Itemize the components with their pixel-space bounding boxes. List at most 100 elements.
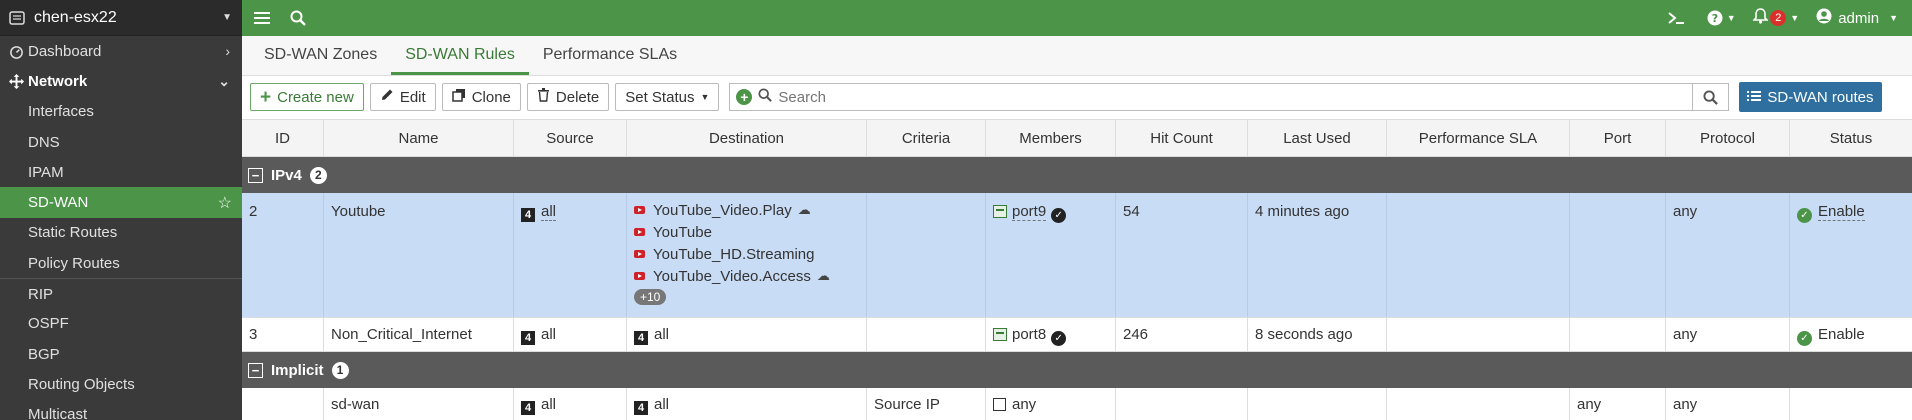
column-header-performance-sla[interactable]: Performance SLA (1387, 120, 1570, 156)
enabled-check-icon: ✓ (1797, 331, 1812, 346)
column-header-members[interactable]: Members (986, 120, 1116, 156)
group-header-implicit[interactable]: − Implicit 1 (242, 352, 1912, 388)
source-value[interactable]: all (541, 203, 557, 221)
clone-button[interactable]: Clone (441, 83, 521, 111)
sidebar-item-ospf[interactable]: OSPF (0, 309, 242, 339)
rule-status: ✓ Enable (1790, 193, 1912, 317)
search-submit-button[interactable] (1692, 83, 1728, 111)
pencil-icon (380, 88, 394, 106)
table-row[interactable]: 3 Non_Critical_Internet 4 all 4 all port8 ✓… (242, 318, 1912, 352)
edit-button[interactable]: Edit (369, 83, 436, 111)
add-filter-icon[interactable]: + (736, 89, 753, 105)
check-circle-icon: ✓ (1051, 331, 1067, 346)
search-input[interactable] (778, 88, 1687, 106)
chevron-down-icon: ▼ (1790, 13, 1800, 23)
rule-destination: YouTube_Video.Play ☁ YouTube YouTube_HD.S… (627, 193, 867, 317)
sidebar-item-dashboard[interactable]: Dashboard › (0, 36, 242, 66)
table-row[interactable]: sd-wan 4 all 4 all Source IP any any any (242, 388, 1912, 420)
group-count-badge: 2 (309, 166, 327, 184)
tab-sd-wan-zones[interactable]: SD-WAN Zones (250, 35, 391, 75)
search-icon[interactable] (280, 0, 316, 36)
rule-name: sd-wan (324, 388, 514, 420)
group-header-ipv4[interactable]: − IPv4 2 (242, 157, 1912, 193)
list-icon (1747, 89, 1762, 106)
set-status-dropdown[interactable]: Set Status ▼ (615, 83, 720, 111)
address-icon: 4 (521, 401, 535, 415)
column-header-last-used[interactable]: Last Used (1248, 120, 1387, 156)
menu-icon[interactable] (244, 0, 280, 36)
sidebar: chen-esx22 ▼ Dashboard › Network ⌄ Inter… (0, 0, 242, 420)
rule-protocol: any (1666, 388, 1790, 420)
rule-destination: 4 all (627, 318, 867, 351)
destination-value[interactable]: all (654, 396, 669, 413)
destination-label: YouTube_Video.Access (653, 267, 811, 285)
column-header-hit-count[interactable]: Hit Count (1116, 120, 1248, 156)
create-new-label: Create new (277, 88, 354, 106)
sidebar-item-multicast[interactable]: Multicast (0, 400, 242, 420)
group-count-badge: 1 (331, 361, 349, 379)
create-new-button[interactable]: + Create new (250, 83, 364, 111)
sidebar-item-label: BGP (28, 345, 60, 363)
tab-bar: SD-WAN Zones SD-WAN Rules Performance SL… (242, 36, 1912, 76)
destination-value[interactable]: all (654, 326, 669, 343)
destination-item[interactable]: YouTube_Video.Access ☁ (634, 265, 859, 287)
sidebar-item-policy-routes[interactable]: Policy Routes (0, 248, 242, 278)
rule-members: any (986, 388, 1116, 420)
device-selector[interactable]: chen-esx22 ▼ (0, 0, 242, 36)
column-header-status[interactable]: Status (1790, 120, 1912, 156)
sd-wan-routes-button[interactable]: SD-WAN routes (1739, 82, 1882, 112)
column-header-source[interactable]: Source (514, 120, 627, 156)
status-value[interactable]: Enable (1818, 326, 1865, 343)
tab-sd-wan-rules[interactable]: SD-WAN Rules (391, 35, 529, 75)
youtube-app-icon (634, 250, 645, 258)
member-value[interactable]: port9 (1012, 203, 1047, 221)
sidebar-item-routing-objects[interactable]: Routing Objects (0, 369, 242, 399)
clone-icon (451, 88, 466, 106)
rule-id (242, 388, 324, 420)
status-value[interactable]: Enable (1818, 203, 1865, 221)
star-icon[interactable]: ☆ (218, 193, 232, 213)
address-icon: 4 (521, 208, 535, 222)
sidebar-item-static-routes[interactable]: Static Routes (0, 218, 242, 248)
column-header-name[interactable]: Name (324, 120, 514, 156)
destination-item[interactable]: YouTube (634, 221, 859, 243)
member-value[interactable]: port8 (1012, 326, 1046, 343)
help-icon[interactable]: ? ▼ (1696, 0, 1746, 36)
source-value[interactable]: all (541, 326, 556, 343)
delete-button[interactable]: Delete (526, 83, 610, 111)
column-header-port[interactable]: Port (1570, 120, 1666, 156)
sidebar-item-ipam[interactable]: IPAM (0, 157, 242, 187)
port-icon (993, 205, 1007, 218)
rule-protocol: any (1666, 318, 1790, 351)
column-header-protocol[interactable]: Protocol (1666, 120, 1790, 156)
sidebar-item-interfaces[interactable]: Interfaces (0, 97, 242, 127)
rule-name: Non_Critical_Internet (324, 318, 514, 351)
user-avatar-icon (1816, 8, 1832, 28)
sidebar-item-label: RIP (28, 285, 54, 303)
cli-console-icon[interactable] (1656, 0, 1696, 36)
rule-name: Youtube (324, 193, 514, 317)
column-header-criteria[interactable]: Criteria (867, 120, 986, 156)
sidebar-item-bgp[interactable]: BGP (0, 339, 242, 369)
user-menu[interactable]: admin ▼ (1806, 0, 1912, 36)
sidebar-item-rip[interactable]: RIP (0, 278, 242, 308)
collapse-icon[interactable]: − (248, 362, 263, 378)
column-header-destination[interactable]: Destination (627, 120, 867, 156)
dashboard-icon (6, 44, 26, 59)
notifications-button[interactable]: 2 ▼ (1746, 0, 1806, 36)
rule-hit-count (1116, 388, 1248, 420)
table-row[interactable]: 2 Youtube 4 all YouTube_Video.Play ☁ YouTu… (242, 193, 1912, 318)
sidebar-item-dns[interactable]: DNS (0, 127, 242, 157)
destination-item[interactable]: YouTube_Video.Play ☁ (634, 199, 859, 221)
rule-destination: 4 all (627, 388, 867, 420)
source-value[interactable]: all (541, 396, 556, 413)
column-header-id[interactable]: ID (242, 120, 324, 156)
rule-port (1570, 318, 1666, 351)
sidebar-item-sd-wan[interactable]: SD-WAN ☆ (0, 187, 242, 218)
more-destinations-badge[interactable]: +10 (634, 289, 667, 305)
group-name: IPv4 (271, 166, 302, 184)
collapse-icon[interactable]: − (248, 167, 263, 183)
tab-performance-slas[interactable]: Performance SLAs (529, 35, 691, 75)
destination-item[interactable]: YouTube_HD.Streaming (634, 243, 859, 265)
sidebar-item-network[interactable]: Network ⌄ (0, 66, 242, 96)
